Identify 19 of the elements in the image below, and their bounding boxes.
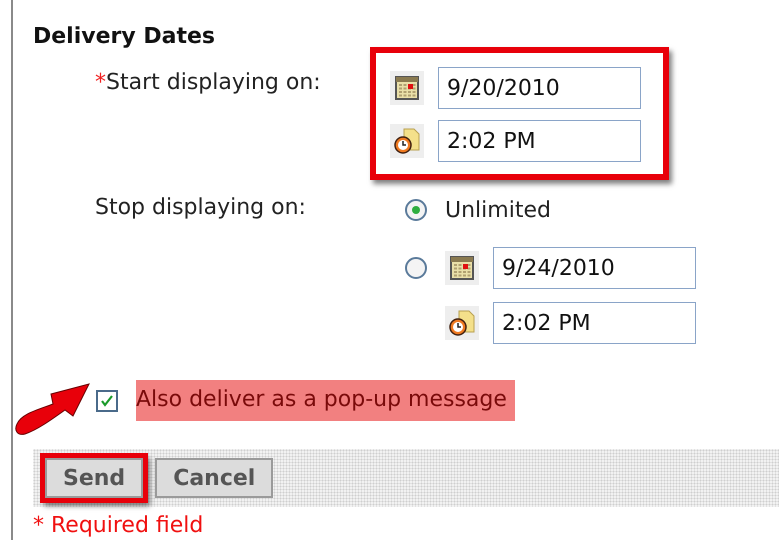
clock-icon[interactable] bbox=[390, 124, 424, 158]
time-field[interactable]: 2:02 PM bbox=[493, 302, 696, 344]
form-button[interactable]: Cancel bbox=[155, 458, 274, 498]
field-label: *Start displaying on: bbox=[95, 70, 321, 95]
check-icon bbox=[100, 394, 114, 408]
clock-icon[interactable] bbox=[445, 306, 479, 340]
radio-button[interactable] bbox=[405, 257, 427, 279]
option-label: Unlimited bbox=[445, 197, 551, 225]
checkbox-label: Also deliver as a pop-up message bbox=[136, 380, 515, 421]
time-field[interactable]: 2:02 PM bbox=[438, 120, 641, 162]
date-field[interactable]: 9/24/2010 bbox=[493, 247, 696, 289]
required-note: * Required field bbox=[33, 513, 204, 539]
calendar-icon[interactable] bbox=[445, 251, 479, 285]
section-heading: Delivery Dates bbox=[33, 23, 216, 51]
checkbox[interactable] bbox=[96, 390, 118, 412]
date-field[interactable]: 9/20/2010 bbox=[438, 67, 641, 109]
field-label: Stop displaying on: bbox=[95, 195, 306, 220]
radio-button[interactable] bbox=[405, 199, 427, 221]
calendar-icon[interactable] bbox=[390, 71, 424, 105]
